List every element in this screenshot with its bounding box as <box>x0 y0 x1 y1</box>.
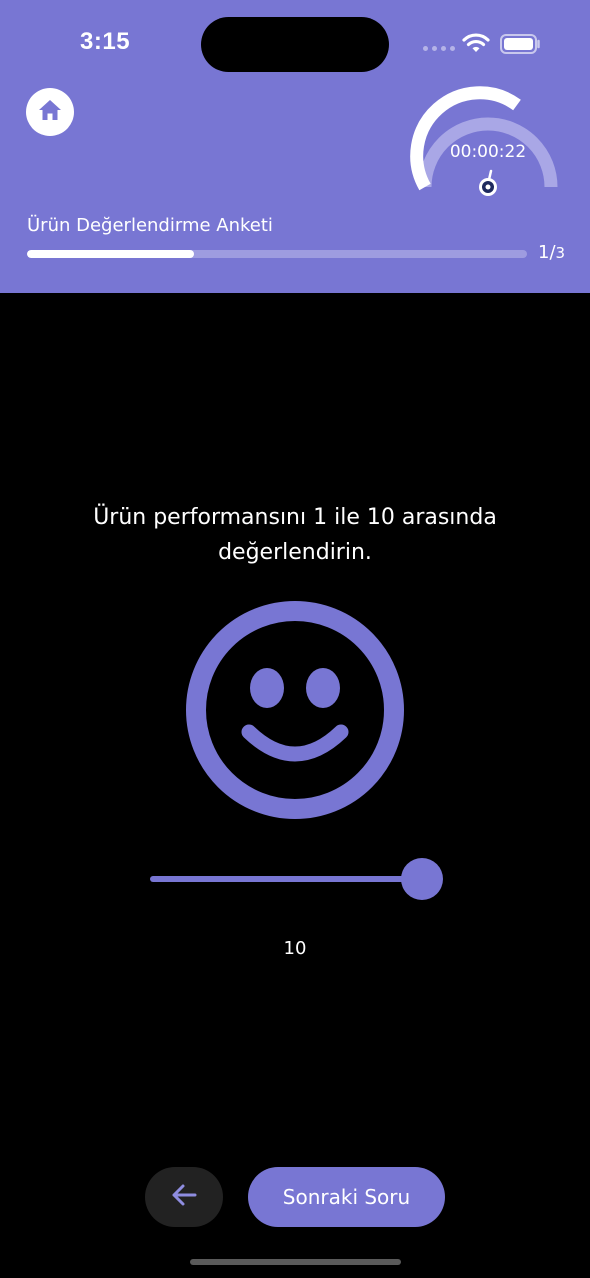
home-icon <box>37 98 63 126</box>
progress-current: 1 <box>538 242 550 263</box>
next-question-label: Sonraki Soru <box>282 1185 411 1209</box>
timer-elapsed: 00:00:22 <box>449 142 527 162</box>
progress-bar <box>27 250 527 258</box>
status-time: 3:15 <box>80 28 131 55</box>
rating-slider[interactable] <box>148 856 448 902</box>
question-text: Ürün performansını 1 ile 10 arasında değ… <box>93 505 497 565</box>
stopwatch-icon <box>476 166 500 202</box>
home-button[interactable] <box>26 88 74 136</box>
battery-icon <box>500 33 542 59</box>
back-button[interactable] <box>145 1167 223 1227</box>
timer-gauge: 00:00:22 <box>408 84 568 204</box>
progress-total: 3 <box>555 244 566 262</box>
arrow-left-icon <box>170 1183 198 1211</box>
cellular-signal-icon <box>423 46 455 51</box>
slider-thumb[interactable] <box>401 858 443 900</box>
slider-track[interactable] <box>150 876 420 882</box>
smiley-face-icon <box>185 601 405 821</box>
progress-count: 1/3 <box>538 242 565 263</box>
dynamic-island <box>201 17 389 72</box>
wifi-icon <box>462 32 490 58</box>
survey-header: 3:15 00:00:22 Ürün Değerlendirme Anketi … <box>0 0 590 293</box>
slider-value-label: 10 <box>283 938 307 959</box>
survey-title: Ürün Değerlendirme Anketi <box>27 215 273 236</box>
next-question-button[interactable]: Sonraki Soru <box>248 1167 445 1227</box>
progress-bar-fill <box>27 250 194 258</box>
home-indicator <box>190 1259 401 1265</box>
